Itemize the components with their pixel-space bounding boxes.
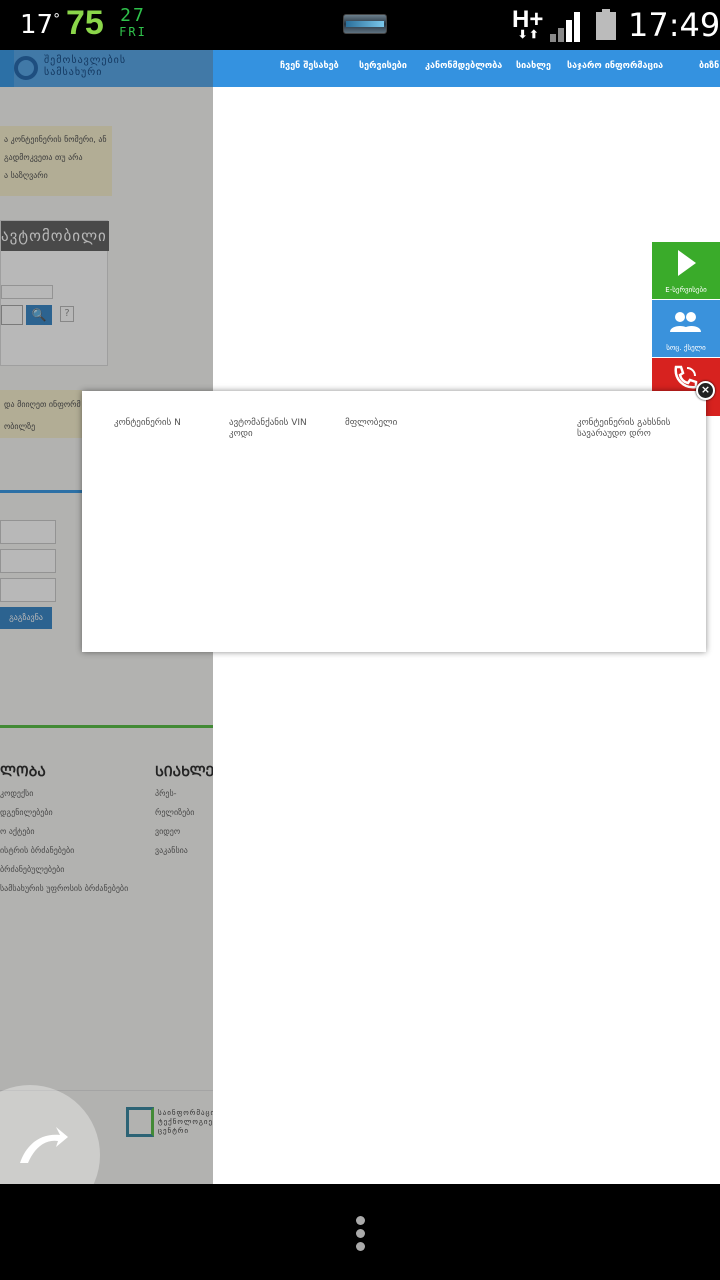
footer-link[interactable]: ო აქტები <box>0 822 128 841</box>
it-center-logo-icon[interactable] <box>126 1107 154 1137</box>
footer-divider <box>0 725 213 728</box>
footer-list-legislation: კოდექსი დგენილებები ო აქტები ისტრის ბრძა… <box>0 784 128 898</box>
col-header-container-number: კონტეინერის N <box>114 418 181 428</box>
battery-icon <box>596 9 616 40</box>
footer-heading-legislation: ᲚᲝᲑᲐ <box>0 764 46 780</box>
nav-services[interactable]: სერვისები <box>359 61 407 71</box>
close-icon[interactable]: × <box>696 381 715 400</box>
footer-link[interactable]: კოდექსი <box>0 784 128 803</box>
signal-strength-icon <box>550 10 586 42</box>
site-logo-icon[interactable] <box>14 56 38 80</box>
notice-line: და მიიღეთ ინფორმ <box>4 400 81 409</box>
footer-link[interactable]: ვიდეო <box>155 822 213 841</box>
date-widget: 27 FRI <box>116 5 150 40</box>
col-header-vin-code: ავტომანქანის VIN კოდი <box>229 418 307 439</box>
battery-percent-widget: 75 <box>66 4 104 42</box>
notice-line: ა კონტეინერის ნომერი, ან <box>4 135 107 144</box>
it-center-logo-text[interactable]: საინფორმაციო ტექნოლოგიების ცენტრი <box>158 1109 213 1136</box>
logo-line-2: სამსახური <box>44 67 103 78</box>
menu-overflow-icon[interactable] <box>346 1212 376 1256</box>
logo-line: ტექნოლოგიების <box>158 1118 213 1126</box>
vehicle-search-card: ავტომობილი 🔍 ? <box>0 220 109 366</box>
section-divider <box>0 490 82 493</box>
footer-link[interactable]: ბრძანებულებები <box>0 860 128 879</box>
phone-screen: 17° 75 27 FRI H+ ⬇⬆ 17:49 შემოსავლების ს… <box>0 0 720 1280</box>
info-notice: ა კონტეინერის ნომერი, ან გადმოკვეთა თუ ა… <box>0 126 112 196</box>
submit-button[interactable]: გაგზავნა <box>0 607 52 629</box>
notice-line: გადმოკვეთა თუ არა <box>4 153 83 162</box>
form-field[interactable] <box>0 549 56 573</box>
footer-link[interactable]: დგენილებები <box>0 803 128 822</box>
weekday: FRI <box>119 25 147 39</box>
form-field[interactable] <box>0 578 56 602</box>
main-navigation: ჩვენ შესახებ სერვისები კანონმდებლობა სია… <box>213 50 720 87</box>
clock: 17:49 <box>628 6 720 44</box>
footer-link[interactable]: ვაკანსია <box>155 841 213 860</box>
search-icon: 🔍 <box>31 308 47 322</box>
nav-business[interactable]: ბიზნ <box>699 61 719 71</box>
browser-viewport: შემოსავლების სამსახური ა კონტეინერის ნომ… <box>0 50 720 1184</box>
vehicle-input-top[interactable] <box>1 285 53 299</box>
nav-news[interactable]: სიახლე <box>516 61 551 71</box>
day-of-month: 27 <box>120 5 146 26</box>
footer-list-news: პრეს-რელიზები ვიდეო ვაკანსია <box>155 784 213 860</box>
col-header-owner: მფლობელი <box>345 418 398 428</box>
notice-line: ა საზღვარი <box>4 171 48 180</box>
help-icon[interactable]: ? <box>60 306 74 322</box>
play-icon <box>678 250 696 276</box>
weather-temperature: 17° <box>20 10 61 40</box>
users-icon <box>670 312 701 332</box>
e-services-label: E-სერვისები <box>665 286 707 294</box>
footer-link[interactable]: პრეს-რელიზები <box>155 784 213 822</box>
nav-public-info[interactable]: საჯარო ინფორმაცია <box>567 61 663 71</box>
data-activity-icon: ⬇⬆ <box>518 29 541 41</box>
notice-line: ობილზე <box>4 422 36 431</box>
nav-about[interactable]: ჩვენ შესახებ <box>280 61 339 71</box>
network-type: H+ ⬇⬆ <box>512 6 544 41</box>
social-network-label: სოც. ქსელი <box>666 344 706 352</box>
logo-line: საინფორმაციო <box>158 1109 213 1117</box>
system-navigation-bar <box>0 1184 720 1280</box>
info-notice-2: და მიიღეთ ინფორმ ობილზე <box>0 390 82 438</box>
footer-link[interactable]: სამსახურის უფროსის ბრძანებები <box>0 879 128 898</box>
search-button[interactable]: 🔍 <box>26 305 52 325</box>
card-title: ავტომობილი <box>1 221 109 251</box>
social-network-button[interactable]: სოც. ქსელი <box>652 300 720 357</box>
site-logo-text[interactable]: შემოსავლების სამსახური <box>44 55 126 79</box>
footer-heading-news: ᲡᲘᲐᲮᲚᲔ <box>155 764 213 780</box>
logo-line: ცენტრი <box>158 1127 189 1135</box>
battery-widget-icon <box>343 14 387 34</box>
col-header-opening-time: კონტეინერის გახსნის სავარაუდო დრო <box>577 418 671 439</box>
e-services-button[interactable]: E-სერვისები <box>652 242 720 299</box>
logo-line-1: შემოსავლების <box>44 55 127 66</box>
nav-legislation[interactable]: კანონმდებლობა <box>425 61 502 71</box>
vehicle-search-input[interactable] <box>1 305 23 325</box>
container-info-modal: კონტეინერის N ავტომანქანის VIN კოდი მფლო… <box>82 391 706 652</box>
status-bar: 17° 75 27 FRI H+ ⬇⬆ 17:49 <box>0 0 720 50</box>
form-field[interactable] <box>0 520 56 544</box>
footer-link[interactable]: ისტრის ბრძანებები <box>0 841 128 860</box>
dolphin-icon <box>20 1127 68 1163</box>
